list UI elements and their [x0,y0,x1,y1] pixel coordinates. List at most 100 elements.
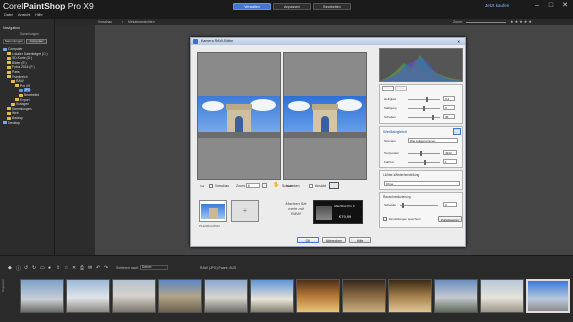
promo-banner[interactable]: AfterShot Pro 3 €79,99 [313,200,363,224]
rotate-right-icon[interactable]: ↻ [32,265,36,271]
scene-select[interactable]: Wie Aufgenommen [408,138,458,143]
menu-datei[interactable]: Datei [4,13,13,17]
tag-icon[interactable]: ◆ [8,265,12,271]
tab-verwalten[interactable]: Verwalten [233,3,271,10]
pan-checkbox[interactable] [309,184,313,188]
minimize-button[interactable]: – [530,1,544,10]
menu-hilfe[interactable]: Hilfe [35,13,43,17]
hand-icon[interactable]: ✋ [273,182,279,188]
thumbnail[interactable] [480,279,524,313]
thumbnail[interactable] [434,279,478,313]
tab-bearbeiten[interactable]: Bearbeiten [313,3,351,10]
thumbnail[interactable] [204,279,248,313]
sort-select[interactable]: Datum [140,265,168,270]
highlight-recovery-section: Lichter-Wiederherstellung Ohne [379,170,463,190]
preview-label[interactable]: Vorschau [98,20,112,24]
menu-ansicht[interactable]: Ansicht [18,13,30,17]
app-icon [193,39,198,44]
desktop-icon [3,121,7,125]
raw-pair-label[interactable]: RAW (JPG) Paare: AUS [200,266,236,270]
maximize-button[interactable]: □ [544,1,558,10]
buy-link[interactable]: Jetzt kaufen [485,3,509,8]
temperature-slider[interactable] [408,151,440,156]
mail-icon[interactable]: ✉ [88,265,92,271]
view-label: Ansicht [315,184,327,188]
help-button[interactable]: Hilfe [349,237,371,243]
dialog-titlebar: Kamera RAW-Editor ✕ [191,38,465,45]
add-file-button[interactable]: + [231,200,259,222]
tab-basis[interactable]: Basis [382,86,394,91]
noise-title: Rauschreduzierung [383,195,411,199]
thumbnail[interactable] [388,279,432,313]
after-preview[interactable]: Nach [283,52,367,188]
zoom-stepper[interactable] [262,183,267,188]
undo-icon[interactable]: ↶ [96,265,100,271]
threshold-input[interactable]: 0 [443,202,457,207]
user-icon[interactable]: ● [48,265,51,271]
share-icon[interactable]: ⇪ [56,265,60,271]
delete-icon[interactable]: ✕ [72,265,76,271]
eyedropper-icon[interactable] [453,128,461,135]
zoom-slider[interactable] [466,22,506,23]
tab-sammlungen[interactable]: Sammlungen [3,39,25,44]
tab-anpassen[interactable]: Anpassen [273,3,311,10]
save-settings-checkbox[interactable]: ✓ [383,217,387,221]
folder-icon [15,98,19,102]
before-preview[interactable]: Vor [197,52,281,188]
shadows-input[interactable]: 35 [443,114,455,119]
reset-button[interactable]: Zurücksetzen [438,216,462,222]
panel-title: Navigation [3,26,20,30]
cancel-button[interactable]: Abbrechen [322,237,346,243]
folder-icon [7,52,11,56]
info-icon[interactable]: ⓘ [16,265,21,272]
saturation-slider[interactable] [408,106,440,111]
thumbnail[interactable] [342,279,386,313]
thumbnail[interactable] [20,279,64,313]
tint-slider[interactable] [408,160,440,165]
navigation-panel: Navigation Sammlungen Sammlungen Compute… [0,19,55,255]
brightness-input[interactable]: 0,2 [443,96,455,101]
thumbnail[interactable] [112,279,156,313]
promo-text: Machen Sie mehr mit RAW! [285,201,307,216]
before-label: Vor [200,184,205,188]
tab-linse[interactable]: Linse [395,86,407,91]
close-button[interactable]: ✕ [558,1,572,10]
star-icon[interactable]: ☆ [64,265,68,271]
title-bar: CorelPaintShop Pro X9 Verwalten Anpassen… [0,0,573,13]
preview-checkbox[interactable]: ✓ [209,184,213,188]
tint-input[interactable]: 1 [443,159,457,164]
ok-button[interactable]: OK [297,237,319,243]
folder-icon [7,75,11,79]
thumbnail-selected[interactable] [526,279,570,313]
white-balance-section: Weißabgleich Szenario Wie Aufgenommen Te… [379,126,463,168]
folder-icon [7,70,11,74]
brightness-slider[interactable] [408,97,440,102]
shadows-slider[interactable] [408,115,440,120]
saturation-label: Sättigung [384,106,397,110]
saturation-input[interactable]: 0 [443,105,455,110]
thumbnail[interactable] [250,279,294,313]
temperature-label: Temperatur [384,151,400,155]
preview-checkbox-label: Vorschau [215,184,230,188]
rotate-left-icon[interactable]: ↺ [24,265,28,271]
dialog-title: Kamera RAW-Editor [201,39,234,43]
app-title: CorelPaintShop Pro X9 [3,1,94,11]
histogram [379,48,463,82]
thumbnail[interactable] [158,279,202,313]
compare-view-button[interactable] [329,182,339,189]
print-icon[interactable]: ⎙ [80,265,84,271]
tab-computer[interactable]: Computer [26,39,47,44]
redo-icon[interactable]: ↷ [104,265,108,271]
thumbnail[interactable] [296,279,340,313]
highlight-select[interactable]: Ohne [384,181,460,186]
close-icon[interactable]: ✕ [457,38,460,45]
tree-item[interactable]: Desktop [3,121,53,126]
threshold-slider[interactable] [400,203,438,208]
current-file-thumb[interactable] [199,200,227,222]
folder-icon[interactable]: ▭ [40,265,45,271]
temperature-input[interactable]: 4942 [443,150,457,155]
zoom-input[interactable]: 6 [246,183,260,188]
thumbnail[interactable] [66,279,110,313]
rating-stars-icon[interactable]: ★★★★★ [510,19,533,24]
path-label[interactable]: Miniaturansichten [128,20,155,24]
